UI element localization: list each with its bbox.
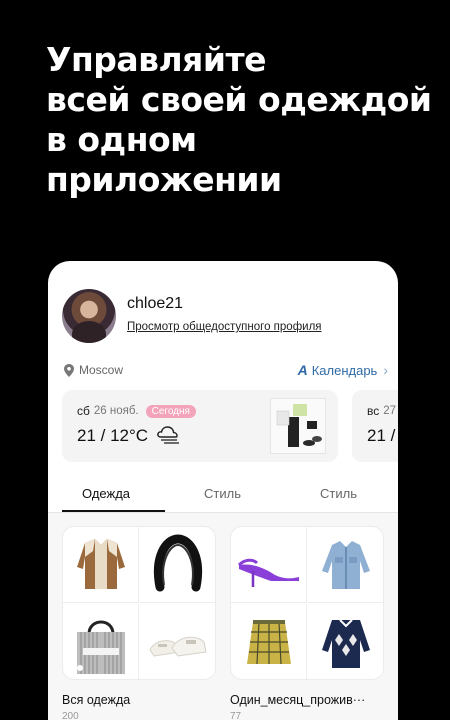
headline-line: в одном xyxy=(46,120,197,159)
item-denim-jacket xyxy=(308,527,383,603)
collection-card-one-month[interactable] xyxy=(230,526,384,680)
collections-grid: Вся одежда 200 Один_месяц_прожив··· 77 xyxy=(48,513,398,720)
pin-icon xyxy=(64,364,74,377)
collection-count: 200 xyxy=(62,711,79,720)
app-screen: chloe21 Просмотр общедоступного профиля … xyxy=(48,261,398,720)
tab-bar: Одежда Стиль Стиль xyxy=(48,477,398,513)
item-jacket xyxy=(63,527,139,603)
collection-card-all[interactable] xyxy=(62,526,216,680)
location-row: Moscow A Календарь › xyxy=(62,361,388,381)
avatar[interactable] xyxy=(62,289,116,343)
day-date: 26 нояб. xyxy=(93,405,139,417)
cloud-icon xyxy=(157,426,179,444)
collection-title: Один_месяц_прожив··· xyxy=(230,693,366,707)
item-argyle-sweater xyxy=(308,604,383,679)
headline-line: Управляйте xyxy=(46,40,267,79)
headline-line: всей своей одеждой xyxy=(46,80,432,119)
outfit-thumbnail[interactable] xyxy=(270,398,326,454)
tab-style[interactable]: Стиль xyxy=(204,486,241,501)
tab-style-2[interactable]: Стиль xyxy=(320,486,357,501)
profile-header: chloe21 Просмотр общедоступного профиля xyxy=(62,289,382,343)
promo-headline: Управляйте всей своей одеждой в одном пр… xyxy=(46,40,436,200)
temperature: 21 / xyxy=(367,426,396,445)
outfit-image xyxy=(276,404,322,447)
item-tote-bag xyxy=(63,604,139,679)
collection-title: Вся одежда xyxy=(62,693,131,707)
calendar-icon: A xyxy=(297,362,308,378)
day-card-today[interactable]: сб 26 нояб. Сегодня 21 / 12°C xyxy=(62,390,338,462)
day-date: 27 xyxy=(383,405,397,417)
tab-clothes[interactable]: Одежда xyxy=(82,486,130,501)
day-of-week: сб xyxy=(77,404,90,418)
item-loafers xyxy=(140,604,215,679)
today-badge: Сегодня xyxy=(145,404,196,418)
chevron-right-icon: › xyxy=(383,362,388,378)
day-of-week: вс xyxy=(367,404,380,418)
item-purple-heels xyxy=(231,527,307,603)
item-plaid-skirt xyxy=(231,604,307,679)
item-headband xyxy=(140,527,215,603)
location-city: Moscow xyxy=(79,363,124,377)
username: chloe21 xyxy=(127,295,184,312)
headline-line: приложении xyxy=(46,160,282,199)
calendar-button[interactable]: A Календарь › xyxy=(298,362,388,378)
temperature: 21 / 12°C xyxy=(77,426,149,445)
day-card-next[interactable]: вс 27 21 / xyxy=(352,390,398,462)
collection-count: 77 xyxy=(230,711,242,720)
public-profile-link[interactable]: Просмотр общедоступного профиля xyxy=(127,321,322,333)
active-tab-indicator xyxy=(62,510,165,512)
calendar-label: Календарь xyxy=(311,362,378,378)
